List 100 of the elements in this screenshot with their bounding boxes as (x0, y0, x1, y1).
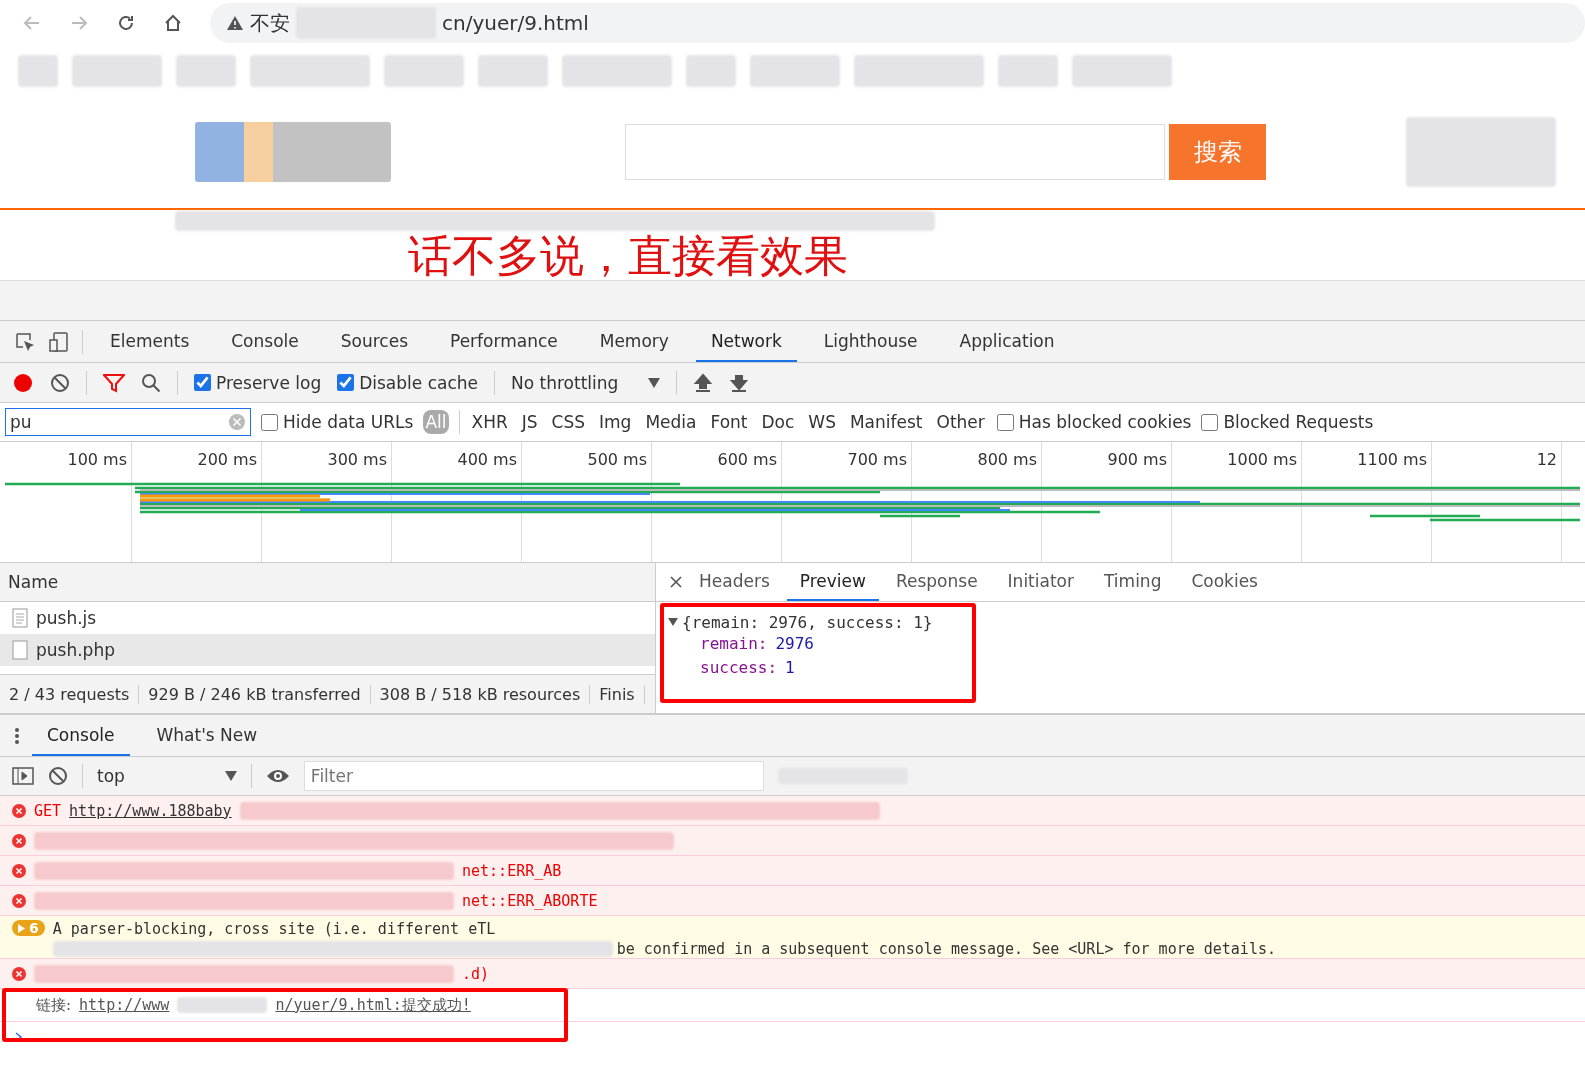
checkbox[interactable] (1201, 413, 1219, 431)
request-link[interactable]: http://www.188baby (69, 801, 232, 820)
checkbox[interactable] (261, 413, 278, 431)
download-icon[interactable] (729, 372, 750, 393)
context-dropdown[interactable]: top (97, 766, 237, 786)
throttling-dropdown[interactable]: No throttling (511, 372, 661, 393)
warning-text: be confirmed in a subsequent console message. See <URL> for more details. (616, 940, 1276, 958)
close-icon[interactable] (670, 576, 682, 588)
checkbox-label: Preserve log (216, 372, 322, 393)
tick-label: 600 ms (717, 450, 777, 469)
tick-label: 800 ms (977, 450, 1037, 469)
column-header: Name (0, 563, 655, 602)
detail-tab[interactable]: Preview (786, 563, 879, 601)
error-icon (12, 966, 26, 981)
clear-icon[interactable] (50, 372, 70, 393)
json-value: 1 (785, 658, 795, 677)
blurred-block (478, 55, 548, 87)
devtools-tab[interactable]: Console (216, 321, 314, 362)
checkbox-label: Blocked Requests (1223, 412, 1374, 432)
tick-label: 1000 ms (1227, 450, 1297, 469)
tick-label: 1100 ms (1357, 450, 1427, 469)
sidebar-icon[interactable] (12, 766, 34, 786)
checkbox[interactable] (337, 374, 355, 391)
type-filter[interactable]: WS (806, 410, 838, 434)
log-label: 链接: (36, 995, 72, 1015)
warning-icon (226, 15, 244, 31)
tick-label: 12 (1536, 450, 1557, 469)
summary-text: 2 / 43 requests (0, 684, 140, 704)
type-filter[interactable]: Media (643, 410, 699, 434)
blurred-block (18, 55, 58, 87)
script-file-icon (12, 608, 28, 628)
checkbox-label: Has blocked cookies (1018, 412, 1192, 432)
type-filter[interactable]: XHR (469, 410, 510, 434)
headline: 话不多说，直接看效果 (408, 232, 849, 280)
checkbox-label: Disable cache (359, 372, 478, 393)
detail-tab[interactable]: Response (882, 563, 991, 601)
json-key: remain: (700, 634, 768, 653)
checkbox[interactable] (996, 413, 1014, 431)
error-text: net::ERR_AB (462, 861, 562, 880)
tick-label: 700 ms (847, 450, 907, 469)
type-filter[interactable]: JS (519, 410, 540, 434)
inspect-icon[interactable] (14, 330, 36, 353)
request-name: push.php (36, 640, 115, 660)
search-field[interactable] (625, 124, 1165, 180)
json-summary: {remain: 2976, success: 1} (682, 612, 933, 632)
home-icon[interactable] (163, 13, 183, 33)
caret-icon (648, 377, 661, 388)
filter-field[interactable]: Filter (303, 761, 764, 791)
devtools-tab[interactable]: Memory (584, 321, 684, 362)
url-text: cn/yuer/9.html (442, 11, 589, 35)
checkbox-label: Hide data URLs (283, 412, 414, 432)
request-name: push.js (36, 608, 97, 628)
tick-label: 100 ms (67, 450, 127, 469)
record-icon[interactable] (12, 371, 34, 394)
address-bar[interactable]: 不安 cn/yuer/9.html (210, 3, 1585, 43)
type-filter[interactable]: Other (934, 410, 987, 434)
request-row[interactable]: push.php (0, 634, 655, 666)
expand-triangle-icon[interactable] (668, 617, 678, 627)
log-link[interactable]: n/yuer/9.html:提交成功! (275, 995, 471, 1015)
json-key: success: (700, 658, 778, 677)
detail-tab[interactable]: Initiator (994, 563, 1087, 601)
type-filter[interactable]: Doc (759, 410, 797, 434)
tick-label: 400 ms (457, 450, 517, 469)
upload-icon[interactable] (693, 372, 714, 393)
tick-label: 900 ms (1107, 450, 1167, 469)
file-icon (12, 640, 28, 660)
devtools-tab[interactable]: Performance (435, 321, 573, 362)
type-filter[interactable]: Img (597, 410, 634, 434)
devtools-tab[interactable]: Lighthouse (808, 321, 933, 362)
detail-tab[interactable]: Headers (686, 563, 783, 601)
log-link[interactable]: http://www (79, 996, 170, 1014)
summary-text: 929 B / 246 kB transferred (139, 684, 371, 704)
error-icon (12, 833, 26, 848)
reload-icon[interactable] (116, 13, 136, 33)
filter-icon[interactable] (103, 372, 125, 393)
more-icon[interactable] (14, 725, 20, 746)
type-filter[interactable]: Font (708, 410, 750, 434)
json-value: 2976 (775, 634, 814, 653)
type-filter[interactable]: CSS (549, 410, 588, 434)
error-icon (12, 893, 26, 908)
summary-text: 308 B / 518 kB resources (370, 684, 591, 704)
tick-label: 300 ms (327, 450, 387, 469)
warning-text: A parser-blocking, cross site (i.e. different eTL (52, 920, 497, 938)
summary-text: Finis (590, 684, 645, 704)
search-icon[interactable] (141, 372, 161, 393)
detail-tab[interactable]: Cookies (1178, 563, 1271, 601)
devtools-tab[interactable]: Application (944, 321, 1070, 362)
eye-icon[interactable] (265, 768, 290, 784)
filter-field[interactable]: pu (5, 408, 251, 436)
clear-icon[interactable] (48, 766, 68, 786)
device-icon[interactable] (48, 330, 70, 353)
devtools-tab[interactable]: Elements (95, 321, 205, 362)
devtools-tab[interactable]: Sources (325, 321, 423, 362)
tick-label: 500 ms (587, 450, 647, 469)
type-filter[interactable]: Manifest (847, 410, 925, 434)
url-text: 不安 (250, 9, 290, 37)
drawer-tab[interactable]: What's New (141, 715, 273, 756)
checkbox[interactable] (194, 374, 211, 391)
detail-tab[interactable]: Timing (1091, 563, 1175, 601)
request-row[interactable]: push.js (0, 602, 655, 634)
